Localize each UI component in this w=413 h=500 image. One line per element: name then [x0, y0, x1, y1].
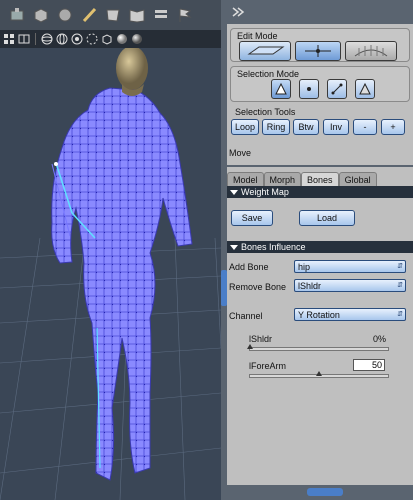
surface-icon	[354, 45, 388, 57]
selection-mode-group: Selection Mode	[230, 66, 410, 102]
lshldr-value: 0%	[373, 334, 387, 344]
add-bone-select[interactable]: hip ⇵	[294, 260, 406, 273]
select-vertex-button[interactable]	[271, 79, 291, 99]
collapse-triangle-icon	[230, 244, 238, 250]
ring-button[interactable]: Ring	[262, 119, 290, 135]
bones-influence-header[interactable]: Bones Influence	[227, 241, 413, 253]
tab-bones[interactable]: Bones	[301, 172, 339, 186]
edge-icon	[331, 83, 343, 95]
lshldr-slider-knob[interactable]	[247, 344, 253, 349]
dotted-circle-icon[interactable]	[86, 33, 98, 45]
edit-mode-group: Edit Mode	[230, 28, 410, 62]
divider	[227, 165, 413, 167]
3d-viewport[interactable]	[0, 0, 221, 500]
add-bone-value: hip	[298, 261, 311, 272]
plane-icon	[247, 46, 285, 55]
lshldr-slider[interactable]	[247, 344, 389, 351]
lshldr-label: lShldr	[249, 334, 273, 344]
edit-mode-surface-button[interactable]	[345, 41, 397, 61]
lforearm-slider[interactable]	[249, 371, 389, 378]
channel-select[interactable]: Y Rotation ⇵	[294, 308, 406, 321]
tab-bar: Model Morph Bones Global	[227, 172, 413, 186]
loop-button[interactable]: Loop	[231, 119, 259, 135]
remove-bone-value: lShldr	[298, 280, 322, 291]
remove-bone-label: Remove Bone	[229, 282, 287, 292]
mesh-icon[interactable]	[102, 4, 124, 26]
smooth-sphere-icon[interactable]	[131, 33, 143, 45]
mesh-cross-icon	[305, 45, 331, 57]
shaded-sphere-icon[interactable]	[116, 33, 128, 45]
bars-icon[interactable]	[150, 4, 172, 26]
select-face-button[interactable]	[355, 79, 375, 99]
triangle-icon	[275, 82, 287, 95]
panel-scroll-handle[interactable]	[307, 488, 343, 496]
book-icon[interactable]	[126, 4, 148, 26]
invert-button[interactable]: Inv	[323, 119, 349, 135]
edit-mode-vertex-button[interactable]	[239, 41, 291, 61]
lit-sphere-icon[interactable]	[71, 33, 83, 45]
select-point-button[interactable]	[299, 79, 319, 99]
grid-icon[interactable]	[3, 33, 15, 45]
move-label: Move	[229, 148, 252, 158]
window-icon[interactable]	[18, 33, 30, 45]
scene-render	[0, 48, 221, 500]
lforearm-value-input[interactable]	[353, 359, 385, 371]
add-bone-label: Add Bone	[229, 262, 269, 272]
point-icon	[307, 87, 311, 91]
lforearm-label: lForeArm	[249, 361, 287, 371]
lforearm-slider-knob[interactable]	[316, 371, 322, 376]
toolbar-separator	[35, 33, 36, 45]
wire-sphere-2-icon[interactable]	[56, 33, 68, 45]
panel-bottom-bar	[227, 485, 413, 500]
edit-mode-label: Edit Mode	[237, 31, 278, 41]
camera-icon[interactable]	[6, 4, 28, 26]
viewport-toolbar-bottom	[0, 30, 221, 48]
weight-map-title: Weight Map	[241, 187, 289, 197]
grow-selection-button[interactable]: +	[381, 119, 405, 135]
double-chevron-icon[interactable]	[231, 6, 245, 18]
wire-sphere-icon[interactable]	[41, 33, 53, 45]
weight-map-header[interactable]: Weight Map	[227, 186, 413, 198]
edit-mode-mesh-button[interactable]	[295, 41, 341, 61]
shrink-selection-button[interactable]: -	[353, 119, 377, 135]
brush-icon[interactable]	[78, 4, 100, 26]
tab-model[interactable]: Model	[227, 172, 264, 186]
sphere-icon[interactable]	[54, 4, 76, 26]
save-button[interactable]: Save	[231, 210, 273, 226]
tab-morph[interactable]: Morph	[263, 172, 302, 186]
channel-label: Channel	[229, 311, 263, 321]
panel-header	[227, 0, 413, 24]
collapse-triangle-icon	[230, 189, 238, 195]
bones-influence-title: Bones Influence	[241, 242, 306, 252]
load-button[interactable]: Load	[299, 210, 355, 226]
remove-bone-select[interactable]: lShldr ⇵	[294, 279, 406, 292]
updown-arrow-icon: ⇵	[397, 311, 403, 318]
cube-icon[interactable]	[30, 4, 52, 26]
channel-value: Y Rotation	[298, 309, 340, 320]
selection-tools-label: Selection Tools	[235, 107, 296, 117]
between-button[interactable]: Btw	[293, 119, 319, 135]
box-icon[interactable]	[101, 33, 113, 45]
tab-global[interactable]: Global	[338, 172, 377, 186]
updown-arrow-icon: ⇵	[397, 282, 403, 289]
properties-panel: Edit Mode Selection Mode Selection Tools…	[227, 0, 413, 500]
viewport-toolbar-top	[0, 0, 221, 30]
face-icon	[359, 82, 371, 95]
select-edge-button[interactable]	[327, 79, 347, 99]
character-mesh[interactable]	[51, 48, 193, 481]
flag-icon[interactable]	[174, 4, 196, 26]
updown-arrow-icon: ⇵	[397, 263, 403, 270]
selection-mode-label: Selection Mode	[237, 69, 300, 79]
